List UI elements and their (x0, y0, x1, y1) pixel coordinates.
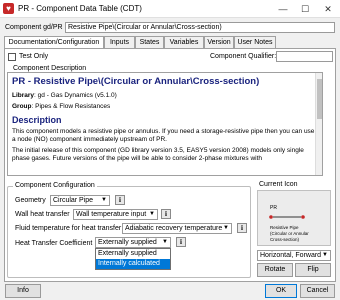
info-button[interactable]: Info (5, 284, 41, 298)
wall-heat-transfer-info-button[interactable]: i (161, 209, 171, 219)
component-qualifier-label: Component Qualifier: (210, 53, 277, 60)
geometry-info-button[interactable]: i (115, 195, 125, 205)
heat-transfer-coefficient-select[interactable]: Externally supplied ▼ (95, 237, 171, 248)
fluid-temperature-select[interactable]: Adiabatic recovery temperature ▼ (122, 223, 232, 234)
description-paragraph-2: The initial release of this component (G… (12, 147, 304, 162)
heat-transfer-coefficient-info-button[interactable]: i (176, 237, 186, 247)
geometry-select[interactable]: Circular Pipe ▼ (50, 195, 110, 206)
close-button[interactable]: ✕ (317, 0, 339, 18)
scrollbar-thumb[interactable] (317, 79, 322, 119)
current-icon-preview: PR Resistive Pipe (Circular or Annular C… (257, 190, 331, 246)
maximize-button[interactable]: ☐ (294, 0, 316, 18)
component-id-label: Component gd/PR (5, 24, 63, 31)
fluid-temperature-label: Fluid temperature for heat transfer (15, 225, 122, 232)
tab-inputs[interactable]: Inputs (104, 36, 135, 48)
app-logo-icon: ♥ (3, 3, 14, 14)
heat-transfer-coefficient-dropdown: Externally supplied Internally calculate… (95, 248, 171, 270)
cancel-button[interactable]: Cancel (300, 284, 335, 298)
dropdown-option-externally-supplied[interactable]: Externally supplied (96, 249, 170, 259)
icon-caption-line-2: (Circular or Annular (270, 231, 309, 236)
ok-button[interactable]: OK (265, 284, 297, 298)
test-only-label: Test Only (19, 53, 49, 60)
tab-user-notes[interactable]: User Notes (234, 36, 276, 48)
chevron-down-icon: ▼ (149, 211, 155, 217)
current-icon-label: Current Icon (259, 181, 298, 188)
pipe-symbol-icon (269, 215, 305, 219)
chevron-down-icon: ▼ (223, 225, 229, 231)
icon-tag-label: PR (270, 205, 277, 211)
component-description-label: Component Description (11, 65, 89, 72)
tab-variables[interactable]: Variables (164, 36, 204, 48)
group-line: Group: Pipes & Flow Resistances (12, 103, 111, 110)
chevron-down-icon: ▼ (101, 197, 107, 203)
window-title: PR - Component Data Table (CDT) (18, 4, 142, 13)
dropdown-option-internally-calculated[interactable]: Internally calculated (96, 259, 170, 269)
icon-caption-line-1: Resistive Pipe (270, 225, 299, 230)
fluid-temperature-info-button[interactable]: i (237, 223, 247, 233)
description-scrollbar[interactable] (315, 73, 322, 175)
description-subheading: Description (12, 115, 62, 125)
icon-orientation-select[interactable]: Horizontal, Forward ▼ (257, 250, 331, 261)
flip-button[interactable]: Flip (295, 263, 331, 277)
description-heading: PR - Resistive Pipe\(Circular or Annular… (12, 76, 260, 87)
chevron-down-icon: ▼ (322, 252, 328, 258)
title-bar: ♥ PR - Component Data Table (CDT) — ☐ ✕ (0, 0, 340, 18)
rotate-button[interactable]: Rotate (257, 263, 293, 277)
heat-transfer-coefficient-label: Heat Transfer Coefficient (15, 240, 93, 247)
icon-caption-line-3: Cross-section) (270, 237, 300, 242)
component-configuration-label: Component Configuration (13, 182, 97, 189)
component-description-panel: PR - Resistive Pipe\(Circular or Annular… (7, 72, 323, 176)
library-line: Library: gd - Gas Dynamics (v5.1.0) (12, 92, 117, 99)
tab-version[interactable]: Version (204, 36, 234, 48)
test-only-checkbox[interactable] (8, 53, 16, 61)
geometry-label: Geometry (15, 197, 46, 204)
chevron-down-icon: ▼ (162, 239, 168, 245)
minimize-button[interactable]: — (272, 0, 294, 18)
description-paragraph-1: This component models a resistive pipe o… (12, 128, 315, 143)
wall-heat-transfer-select[interactable]: Wall temperature input ▼ (73, 209, 158, 220)
wall-heat-transfer-label: Wall heat transfer (15, 211, 70, 218)
component-id-field[interactable]: Resistive Pipe\(Circular or Annular\Cros… (65, 22, 335, 33)
component-qualifier-input[interactable] (276, 51, 333, 62)
tab-states[interactable]: States (135, 36, 164, 48)
